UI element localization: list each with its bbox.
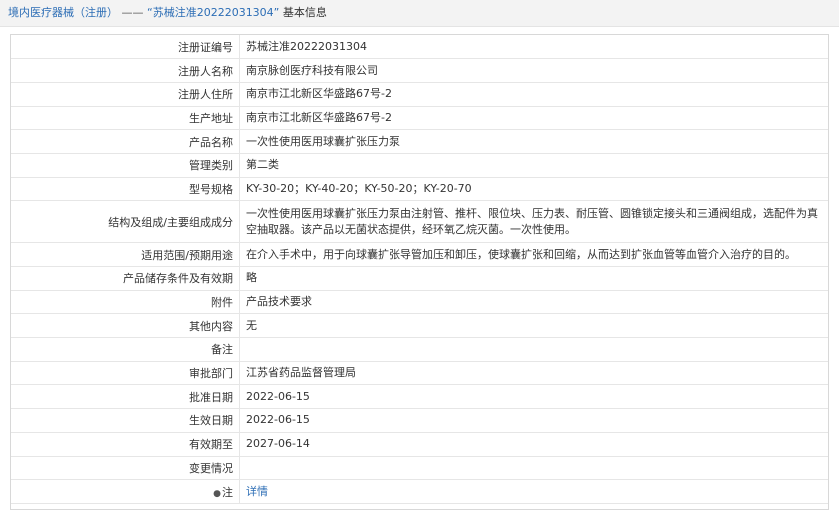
table-row: 适用范围/预期用途 在介入手术中，用于向球囊扩张导管加压和卸压，使球囊扩张和回缩…	[11, 242, 828, 267]
field-value: 2022-06-15	[239, 384, 828, 410]
field-label: 备注	[11, 337, 240, 362]
field-label: 产品名称	[11, 129, 240, 154]
table-row: 附件 产品技术要求	[11, 290, 828, 315]
table-row: ●注 详情	[11, 479, 828, 504]
bullet-icon: ●	[213, 488, 221, 499]
table-row: 备注	[11, 337, 828, 362]
table-row: 审批部门 江苏省药品监督管理局	[11, 361, 828, 386]
field-label: 生产地址	[11, 106, 240, 131]
field-value: 苏械注准20222031304	[239, 35, 828, 60]
field-value: 第二类	[239, 153, 828, 178]
table-row: 结构及组成/主要组成成分 一次性使用医用球囊扩张压力泵由注射管、推杆、限位块、压…	[11, 200, 828, 244]
table-row: 产品储存条件及有效期 略	[11, 266, 828, 291]
field-value: 略	[239, 266, 828, 291]
field-value: 在介入手术中，用于向球囊扩张导管加压和卸压，使球囊扩张和回缩，从而达到扩张血管等…	[239, 242, 828, 267]
table-row: 注册人住所 南京市江北新区华盛路67号-2	[11, 82, 828, 107]
field-value	[239, 337, 828, 362]
table-row: 生效日期 2022-06-15	[11, 408, 828, 433]
field-label: 有效期至	[11, 432, 240, 457]
note-label-text: 注	[222, 485, 233, 499]
page-title: “苏械注准20222031304”	[147, 6, 280, 19]
table-row: 生产地址 南京市江北新区华盛路67号-2	[11, 106, 828, 131]
field-label: 变更情况	[11, 456, 240, 481]
details-link[interactable]: 详情	[246, 485, 268, 498]
table-row: 批准日期 2022-06-15	[11, 384, 828, 410]
field-label: 管理类别	[11, 153, 240, 178]
field-label: 适用范围/预期用途	[11, 242, 240, 267]
table-row: 产品名称 一次性使用医用球囊扩张压力泵	[11, 129, 828, 154]
field-value: 南京脉创医疗科技有限公司	[239, 58, 828, 83]
field-label: 注册人名称	[11, 58, 240, 83]
table-row: 注册证编号 苏械注准20222031304	[11, 35, 828, 60]
field-value: 一次性使用医用球囊扩张压力泵由注射管、推杆、限位块、压力表、耐压管、圆锥锁定接头…	[239, 200, 828, 244]
table-row: 注册人名称 南京脉创医疗科技有限公司	[11, 58, 828, 83]
note-label: ●注	[11, 479, 240, 504]
info-table: 注册证编号 苏械注准20222031304 注册人名称 南京脉创医疗科技有限公司…	[11, 35, 828, 504]
field-value: KY-30-20；KY-40-20；KY-50-20；KY-20-70	[239, 177, 828, 202]
field-label: 生效日期	[11, 408, 240, 433]
field-label: 注册证编号	[11, 35, 240, 60]
field-value: 无	[239, 313, 828, 339]
field-label: 审批部门	[11, 361, 240, 386]
table-row: 有效期至 2027-06-14	[11, 432, 828, 457]
field-value: 一次性使用医用球囊扩张压力泵	[239, 129, 828, 154]
page-header: 境内医疗器械（注册） —— “苏械注准20222031304” 基本信息	[0, 0, 839, 27]
table-row: 其他内容 无	[11, 313, 828, 339]
field-value: 2022-06-15	[239, 408, 828, 433]
field-label: 注册人住所	[11, 82, 240, 107]
field-value: 南京市江北新区华盛路67号-2	[239, 106, 828, 131]
info-panel: 注册证编号 苏械注准20222031304 注册人名称 南京脉创医疗科技有限公司…	[10, 34, 829, 510]
breadcrumb-separator: ——	[121, 6, 144, 19]
field-value: 南京市江北新区华盛路67号-2	[239, 82, 828, 107]
note-value: 详情	[239, 479, 828, 504]
field-label: 结构及组成/主要组成成分	[11, 200, 240, 244]
breadcrumb-link[interactable]: 境内医疗器械（注册）	[8, 6, 118, 19]
field-value: 产品技术要求	[239, 290, 828, 315]
table-row: 型号规格 KY-30-20；KY-40-20；KY-50-20；KY-20-70	[11, 177, 828, 202]
table-row: 变更情况	[11, 456, 828, 481]
field-label: 型号规格	[11, 177, 240, 202]
table-row: 管理类别 第二类	[11, 153, 828, 178]
field-value: 江苏省药品监督管理局	[239, 361, 828, 386]
field-value: 2027-06-14	[239, 432, 828, 457]
field-label: 批准日期	[11, 384, 240, 410]
field-label: 产品储存条件及有效期	[11, 266, 240, 291]
field-value	[239, 456, 828, 481]
field-label: 其他内容	[11, 313, 240, 339]
page-title-suffix: 基本信息	[282, 6, 327, 19]
field-label: 附件	[11, 290, 240, 315]
